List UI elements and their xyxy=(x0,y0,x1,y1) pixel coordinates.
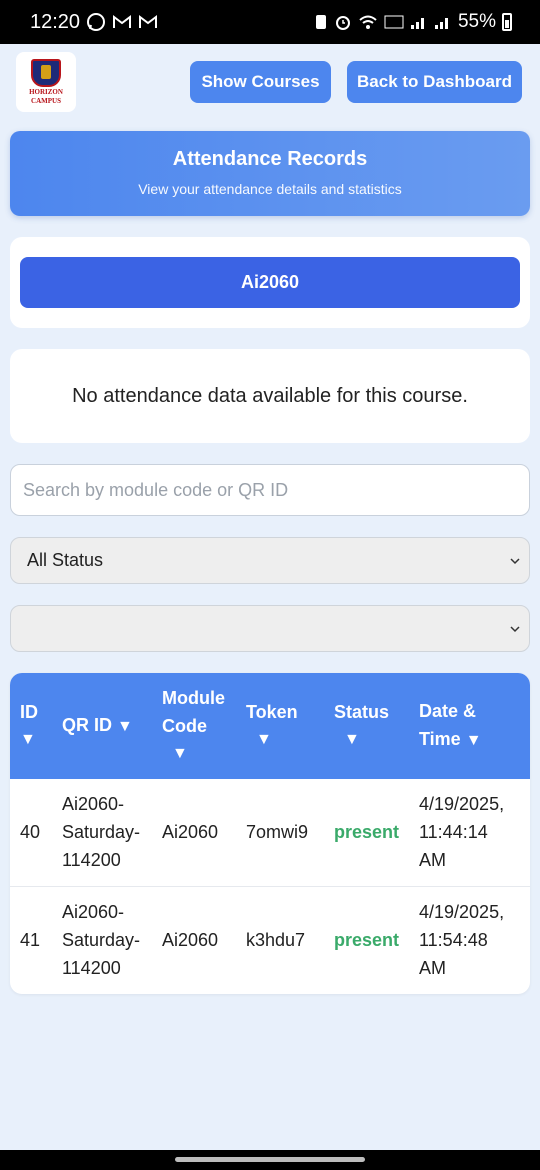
header-id[interactable]: ID ▼ xyxy=(10,673,56,779)
header-module-label-1: Module xyxy=(162,688,225,708)
header-token[interactable]: Token ▼ xyxy=(240,673,328,779)
volte-icon xyxy=(384,15,404,29)
cell-id: 40 xyxy=(20,822,41,843)
back-to-dashboard-button[interactable]: Back to Dashboard xyxy=(347,61,522,103)
cell-module-code: Ai2060 xyxy=(162,822,219,843)
course-button-ai2060[interactable]: Ai2060 xyxy=(20,257,520,308)
gmail-icon xyxy=(113,15,132,28)
table-row: 41 Ai2060- Saturday- 114200 Ai2060 k3hdu… xyxy=(10,886,530,993)
cell-id: 41 xyxy=(20,929,41,950)
course-card: Ai2060 xyxy=(10,237,530,328)
cell-qr-line-3: 114200 xyxy=(62,850,121,871)
page-title: Attendance Records xyxy=(172,148,368,170)
signal-icon-2 xyxy=(434,18,448,29)
secondary-filter-select[interactable] xyxy=(10,605,530,652)
page-subtitle: View your attendance details and statist… xyxy=(138,181,402,197)
clock: 12:20 xyxy=(30,10,81,33)
cell-token: 7omwi9 xyxy=(246,822,309,843)
home-gesture-handle[interactable] xyxy=(175,1157,365,1162)
status-badge: present xyxy=(334,822,400,843)
cell-qr-line-2: Saturday- xyxy=(62,929,141,950)
cell-date-line-3: AM xyxy=(419,957,446,978)
header-date-label-1: Date & xyxy=(419,701,477,721)
cell-qr-line-3: 114200 xyxy=(62,957,121,978)
show-courses-button[interactable]: Show Courses xyxy=(190,61,331,103)
attendance-table: ID ▼ QR ID ▼ Module Code ▼ Token ▼ Statu… xyxy=(10,673,530,994)
status-bar: 12:20 55% xyxy=(0,0,540,44)
sort-arrow-icon: ▼ xyxy=(117,718,133,735)
header-module-label-2: Code xyxy=(162,716,207,736)
status-filter-value: All Status xyxy=(27,550,104,570)
status-left: 12:20 xyxy=(30,11,158,34)
no-data-message: No attendance data available for this co… xyxy=(72,384,468,407)
cell-token: k3hdu7 xyxy=(246,929,306,950)
header-id-label: ID xyxy=(20,702,38,722)
header-qr-id[interactable]: QR ID ▼ xyxy=(56,673,156,779)
cell-qr-line-1: Ai2060- xyxy=(62,901,125,922)
sort-arrow-icon: ▼ xyxy=(172,745,188,762)
alarm-icon xyxy=(335,16,350,30)
cell-date-line-2: 11:54:48 xyxy=(419,929,488,950)
header-status[interactable]: Status ▼ xyxy=(328,673,413,779)
table-header-row: ID ▼ QR ID ▼ Module Code ▼ Token ▼ Statu… xyxy=(10,673,530,779)
battery-saver-icon xyxy=(315,15,326,29)
sort-arrow-icon: ▼ xyxy=(344,731,360,748)
cell-qr-id: Ai2060- Saturday- 114200 xyxy=(56,779,156,886)
cell-qr-line-2: Saturday- xyxy=(62,822,141,843)
gmail-icon-2 xyxy=(139,15,158,28)
campus-logo[interactable]: HORIZON CAMPUS xyxy=(16,52,76,112)
header-qr-label: QR ID xyxy=(62,715,113,735)
cell-module-code: Ai2060 xyxy=(162,929,219,950)
status-filter-select[interactable]: All Status xyxy=(10,537,530,584)
signal-icon xyxy=(410,18,424,29)
cell-date-line-3: AM xyxy=(419,850,446,871)
header-date-time[interactable]: Date & Time ▼ xyxy=(413,673,530,779)
whatsapp-icon xyxy=(87,13,106,31)
battery-percent: 55% xyxy=(457,11,496,32)
cell-date-line-1: 4/19/2025, xyxy=(419,901,505,922)
cell-qr-line-1: Ai2060- xyxy=(62,794,125,815)
chevron-down-icon xyxy=(510,625,520,632)
header-status-label: Status xyxy=(334,702,390,722)
cell-date-line-1: 4/19/2025, xyxy=(419,794,505,815)
chevron-down-icon xyxy=(510,557,520,564)
system-nav-bar xyxy=(0,1150,540,1170)
header-module-code[interactable]: Module Code ▼ xyxy=(156,673,240,779)
cell-date-line-2: 11:44:14 xyxy=(419,822,488,843)
no-data-card: No attendance data available for this co… xyxy=(10,349,530,443)
status-right: 55% xyxy=(314,11,512,33)
search-input[interactable] xyxy=(10,464,530,516)
sort-arrow-icon: ▼ xyxy=(20,731,36,748)
battery-icon xyxy=(502,13,512,31)
status-badge: present xyxy=(334,929,400,950)
table-row: 40 Ai2060- Saturday- 114200 Ai2060 7omwi… xyxy=(10,779,530,886)
cell-date-time: 4/19/2025, 11:44:14 AM xyxy=(413,779,530,886)
sort-arrow-icon: ▼ xyxy=(256,731,272,748)
sort-arrow-icon: ▼ xyxy=(465,732,482,749)
crest-icon xyxy=(31,59,61,87)
cell-qr-id: Ai2060- Saturday- 114200 xyxy=(56,886,156,993)
attendance-banner: Attendance Records View your attendance … xyxy=(10,131,530,216)
logo-text-1: HORIZON xyxy=(29,88,63,96)
logo-text-2: CAMPUS xyxy=(31,97,61,105)
header-date-label-2: Time xyxy=(419,729,461,749)
cell-date-time: 4/19/2025, 11:54:48 AM xyxy=(413,886,530,993)
header-token-label: Token xyxy=(246,702,298,722)
wifi-icon xyxy=(359,15,377,29)
